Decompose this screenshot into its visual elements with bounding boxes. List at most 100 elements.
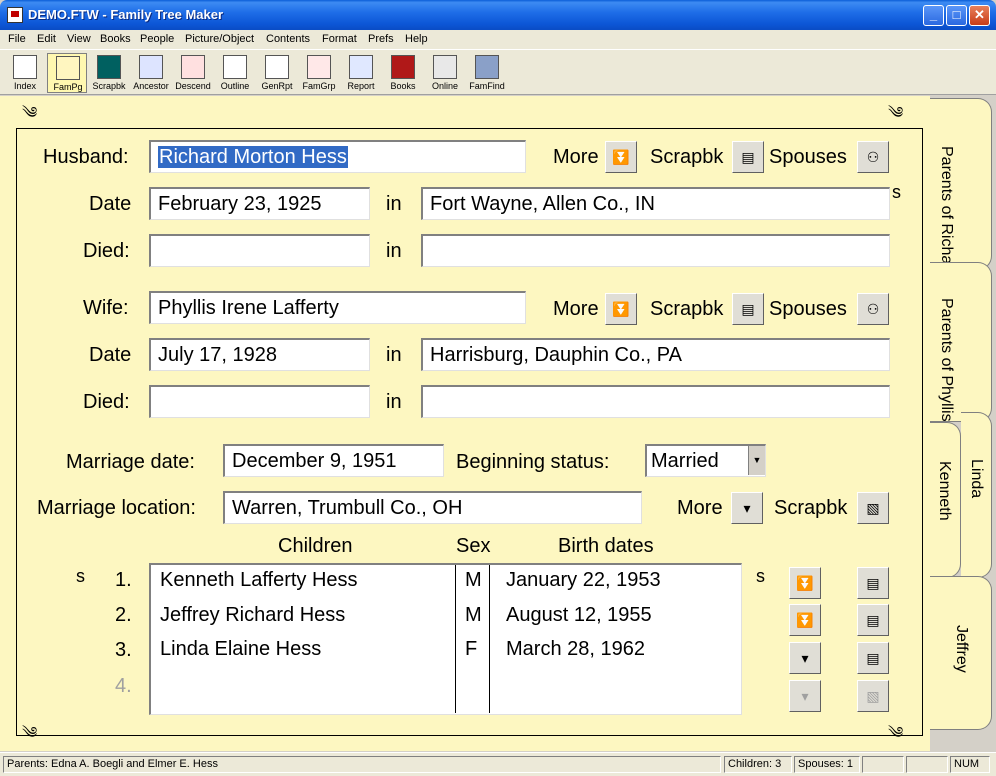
- child-number-2: 2.: [115, 604, 132, 626]
- close-button[interactable]: ✕: [969, 5, 990, 26]
- outline-tool-label: Outline: [220, 81, 250, 91]
- ancestor-tool[interactable]: Ancestor: [131, 53, 171, 93]
- online-tool[interactable]: Online: [425, 53, 465, 93]
- marriage-scrapbk-label: Scrapbk: [774, 497, 848, 519]
- famfind-tool-label: FamFind: [469, 81, 505, 91]
- report-tool[interactable]: Report: [341, 53, 381, 93]
- report-icon: [349, 55, 373, 79]
- menu-format[interactable]: Format: [322, 33, 357, 45]
- husband-birth-date-label: Date: [89, 193, 132, 215]
- husband-label: Husband:: [43, 146, 129, 168]
- husband-spouses-button[interactable]: ⚇: [857, 141, 889, 173]
- outline-tool[interactable]: Outline: [215, 53, 255, 93]
- menu-file[interactable]: File: [8, 33, 26, 45]
- computer-icon: [433, 55, 457, 79]
- scrapbk-tool[interactable]: Scrapbk: [89, 53, 129, 93]
- tab-parents-of-phyllis[interactable]: Parents of Phyllis: [930, 262, 992, 422]
- genrpt-tool-label: GenRpt: [261, 81, 293, 91]
- descend-tool-label: Descend: [175, 81, 211, 91]
- husband-birth-in-label: in: [386, 193, 402, 215]
- index-icon: [13, 55, 37, 79]
- child-row[interactable]: Kenneth Lafferty Hess M January 22, 1953: [151, 569, 741, 603]
- title-bar: DEMO.FTW - Family Tree Maker _ □ ✕: [0, 0, 996, 30]
- wife-died-place-field[interactable]: [421, 385, 890, 418]
- husband-birth-date-field[interactable]: February 23, 1925: [149, 187, 370, 220]
- family-tabs: Parents of Richard Parents of Phyllis Ke…: [930, 96, 996, 751]
- minimize-button[interactable]: _: [923, 5, 944, 26]
- wife-birth-place-field[interactable]: Harrisburg, Dauphin Co., PA: [421, 338, 890, 371]
- menu-picture-object[interactable]: Picture/Object: [185, 33, 254, 45]
- menu-edit[interactable]: Edit: [37, 33, 56, 45]
- books-tool[interactable]: Books: [383, 53, 423, 93]
- husband-scrapbook-button[interactable]: ▤: [732, 141, 764, 173]
- husband-name-value: Richard Morton Hess: [158, 146, 348, 168]
- child-4-scrapbook-button[interactable]: ▧: [857, 680, 889, 712]
- descend-tool[interactable]: Descend: [173, 53, 213, 93]
- wife-label: Wife:: [83, 297, 129, 319]
- child-4-more-button[interactable]: ▾: [789, 680, 821, 712]
- outline-icon: [223, 55, 247, 79]
- birth-dates-header: Birth dates: [558, 535, 654, 557]
- beginning-status-select[interactable]: Married ▼: [645, 444, 766, 477]
- marriage-more-button[interactable]: ▾: [731, 492, 763, 524]
- wife-died-date-field[interactable]: [149, 385, 370, 418]
- wife-more-button[interactable]: ⏬: [605, 293, 637, 325]
- app-icon[interactable]: [7, 7, 23, 23]
- menu-help[interactable]: Help: [405, 33, 428, 45]
- child-row[interactable]: Linda Elaine Hess F March 28, 1962: [151, 638, 741, 672]
- index-tool[interactable]: Index: [5, 53, 45, 93]
- marriage-location-field[interactable]: Warren, Trumbull Co., OH: [223, 491, 642, 524]
- book-icon: [391, 55, 415, 79]
- child-sex: M: [465, 604, 482, 626]
- marriage-scrapbook-button[interactable]: ▧: [857, 492, 889, 524]
- wife-name-field[interactable]: Phyllis Irene Lafferty: [149, 291, 526, 324]
- maximize-button[interactable]: □: [946, 5, 967, 26]
- husband-died-place-field[interactable]: [421, 234, 890, 267]
- children-list[interactable]: Kenneth Lafferty Hess M January 22, 1953…: [149, 563, 742, 715]
- child-birth-date: August 12, 1955: [506, 604, 652, 626]
- child-3-more-button[interactable]: ▾: [789, 642, 821, 674]
- menu-people[interactable]: People: [140, 33, 174, 45]
- children-header: Children: [278, 535, 353, 557]
- child-row[interactable]: [151, 673, 741, 707]
- child-number-3: 3.: [115, 639, 132, 661]
- wife-scrapbook-button[interactable]: ▤: [732, 293, 764, 325]
- s-marker-husband: s: [892, 182, 901, 202]
- child-sex: M: [465, 569, 482, 591]
- husband-more-button[interactable]: ⏬: [605, 141, 637, 173]
- wife-birth-in-label: in: [386, 344, 402, 366]
- husband-name-field[interactable]: Richard Morton Hess: [149, 140, 526, 173]
- tab-parents-of-richard[interactable]: Parents of Richard: [930, 98, 992, 279]
- famgrp-tool[interactable]: FamGrp: [299, 53, 339, 93]
- fampg-tool[interactable]: FamPg: [47, 53, 87, 93]
- child-2-more-button[interactable]: ⏬: [789, 604, 821, 636]
- famfind-tool[interactable]: FamFind: [467, 53, 507, 93]
- status-pane-empty: [862, 756, 904, 773]
- tab-linda[interactable]: Linda: [961, 412, 992, 578]
- menu-books[interactable]: Books: [100, 33, 131, 45]
- husband-died-date-field[interactable]: [149, 234, 370, 267]
- child-name: Jeffrey Richard Hess: [160, 604, 346, 626]
- tab-kenneth[interactable]: Kenneth: [930, 422, 961, 578]
- genrpt-tool[interactable]: GenRpt: [257, 53, 297, 93]
- marriage-more-label: More: [677, 497, 723, 519]
- menu-contents[interactable]: Contents: [266, 33, 310, 45]
- child-3-scrapbook-button[interactable]: ▤: [857, 642, 889, 674]
- husband-birth-place-field[interactable]: Fort Wayne, Allen Co., IN: [421, 187, 890, 220]
- wife-spouses-button[interactable]: ⚇: [857, 293, 889, 325]
- marriage-date-field[interactable]: December 9, 1951: [223, 444, 444, 477]
- child-2-scrapbook-button[interactable]: ▤: [857, 604, 889, 636]
- wife-birth-date-field[interactable]: July 17, 1928: [149, 338, 370, 371]
- beginning-status-value: Married: [651, 450, 719, 472]
- menu-view[interactable]: View: [67, 33, 91, 45]
- menu-prefs[interactable]: Prefs: [368, 33, 394, 45]
- child-row[interactable]: Jeffrey Richard Hess M August 12, 1955: [151, 604, 741, 638]
- child-1-scrapbook-button[interactable]: ▤: [857, 567, 889, 599]
- child-number-4: 4.: [115, 675, 132, 697]
- online-tool-label: Online: [431, 81, 458, 91]
- chevron-down-icon[interactable]: ▼: [748, 446, 765, 475]
- child-name: Kenneth Lafferty Hess: [160, 569, 358, 591]
- beginning-status-label: Beginning status:: [456, 451, 610, 473]
- child-1-more-button[interactable]: ⏬: [789, 567, 821, 599]
- tab-jeffrey[interactable]: Jeffrey: [930, 576, 992, 730]
